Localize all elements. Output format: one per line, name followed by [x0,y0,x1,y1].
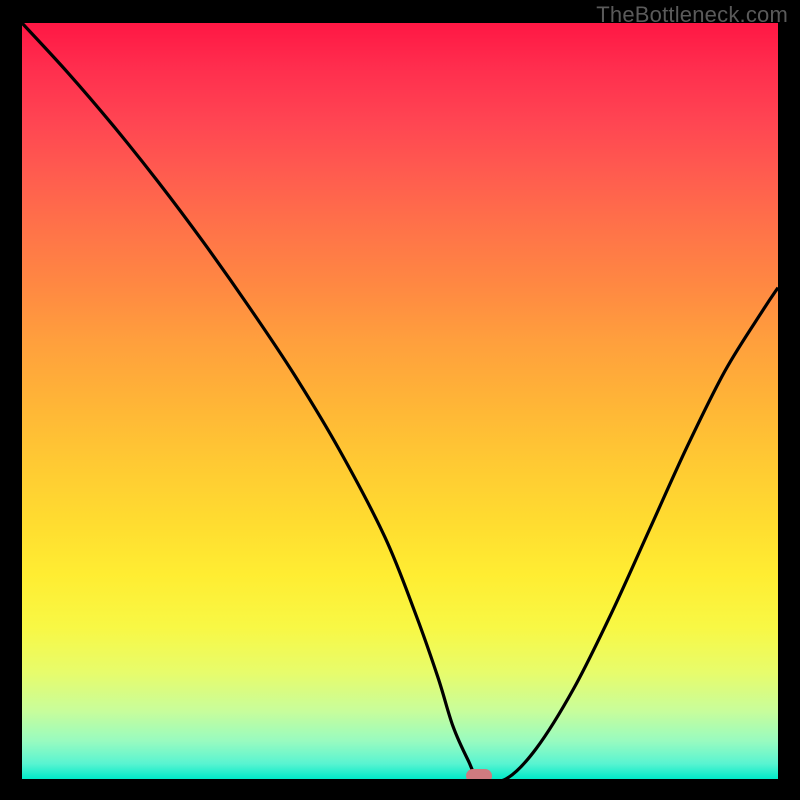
bottleneck-curve [22,23,778,779]
optimal-point-marker [466,769,492,779]
plot-area [22,23,778,779]
chart-frame: TheBottleneck.com [0,0,800,800]
watermark-text: TheBottleneck.com [596,2,788,28]
